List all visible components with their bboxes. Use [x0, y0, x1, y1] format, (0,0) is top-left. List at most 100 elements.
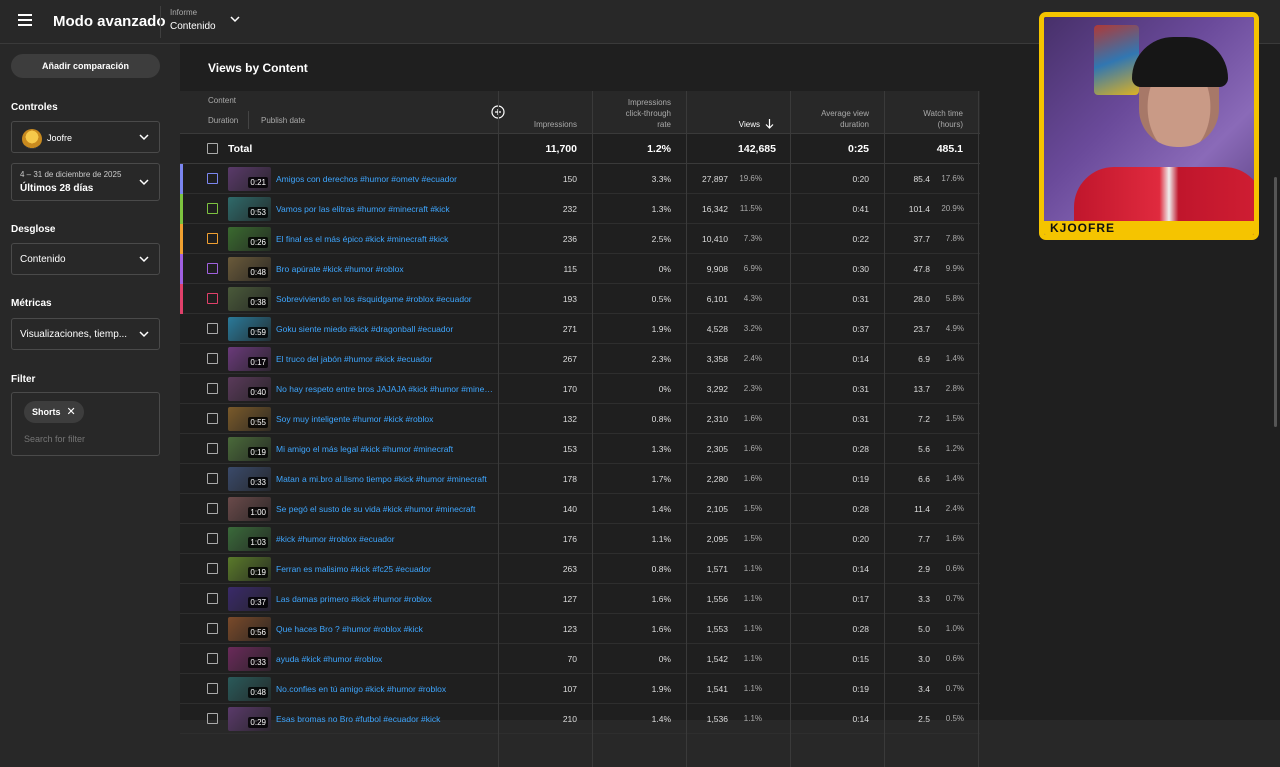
table-row[interactable]: 0:37 Las damas primero #kick #humor #rob… — [180, 584, 980, 614]
video-thumbnail[interactable]: 0:19 — [228, 437, 271, 461]
close-icon[interactable]: ✕ — [67, 401, 76, 423]
table-row[interactable]: 0:33 ayuda #kick #humor #roblox 70 0% 1,… — [180, 644, 980, 674]
video-title-link[interactable]: Vamos por las elitras #humor #minecraft … — [276, 204, 494, 214]
video-title-link[interactable]: ayuda #kick #humor #roblox — [276, 654, 494, 664]
video-thumbnail[interactable]: 0:26 — [228, 227, 271, 251]
video-thumbnail[interactable]: 0:21 — [228, 167, 271, 191]
video-thumbnail[interactable]: 0:56 — [228, 617, 271, 641]
table-row[interactable]: 0:29 Esas bromas no Bro #futbol #ecuador… — [180, 704, 980, 734]
table-row[interactable]: 0:26 El final es el más épico #kick #min… — [180, 224, 980, 254]
table-row[interactable]: 1:03 #kick #humor #roblox #ecuador 176 1… — [180, 524, 980, 554]
menu-icon[interactable] — [18, 14, 32, 26]
row-checkbox[interactable] — [207, 233, 218, 244]
header-views[interactable]: Views — [688, 119, 760, 130]
video-title-link[interactable]: No.confies en tú amigo #kick #humor #rob… — [276, 684, 494, 694]
header-duration[interactable]: Duration — [208, 115, 238, 126]
video-title-link[interactable]: Ferran es malisimo #kick #fc25 #ecuador — [276, 564, 494, 574]
table-row[interactable]: 0:19 Ferran es malisimo #kick #fc25 #ecu… — [180, 554, 980, 584]
chevron-down-icon[interactable] — [230, 14, 240, 24]
video-title-link[interactable]: No hay respeto entre bros JAJAJA #kick #… — [276, 384, 494, 394]
row-checkbox[interactable] — [207, 353, 218, 364]
table-row[interactable]: 0:48 No.confies en tú amigo #kick #humor… — [180, 674, 980, 704]
video-thumbnail[interactable]: 1:03 — [228, 527, 271, 551]
row-checkbox[interactable] — [207, 713, 218, 724]
date-range-selector[interactable]: 4 – 31 de diciembre de 2025 Últimos 28 d… — [11, 163, 160, 201]
row-checkbox[interactable] — [207, 173, 218, 184]
row-checkbox[interactable] — [207, 203, 218, 214]
video-thumbnail[interactable]: 0:38 — [228, 287, 271, 311]
row-checkbox[interactable] — [207, 413, 218, 424]
table-row[interactable]: 0:33 Matan a mi.bro al.lismo tiempo #kic… — [180, 464, 980, 494]
table-row[interactable]: 0:38 Sobreviviendo en los #squidgame #ro… — [180, 284, 980, 314]
video-title-link[interactable]: Soy muy inteligente #humor #kick #roblox — [276, 414, 494, 424]
header-avg-view-duration[interactable]: Average view duration — [792, 108, 869, 130]
video-title-link[interactable]: Goku siente miedo #kick #dragonball #ecu… — [276, 324, 494, 334]
table-row[interactable]: 0:40 No hay respeto entre bros JAJAJA #k… — [180, 374, 980, 404]
video-thumbnail[interactable]: 0:37 — [228, 587, 271, 611]
row-checkbox[interactable] — [207, 383, 218, 394]
table-row[interactable]: 1:00 Se pegó el susto de su vida #kick #… — [180, 494, 980, 524]
video-title-link[interactable]: Matan a mi.bro al.lismo tiempo #kick #hu… — [276, 474, 494, 484]
row-checkbox[interactable] — [207, 503, 218, 514]
video-thumbnail[interactable]: 0:53 — [228, 197, 271, 221]
cell-watch-time-percent: 17.6% — [941, 174, 964, 183]
video-thumbnail[interactable]: 0:33 — [228, 647, 271, 671]
header-watch-time[interactable]: Watch time (hours) — [886, 108, 963, 130]
table-body: 0:21 Amigos con derechos #humor #ometv #… — [180, 164, 980, 734]
row-checkbox[interactable] — [207, 263, 218, 274]
row-checkbox[interactable] — [207, 623, 218, 634]
metrics-selector[interactable]: Visualizaciones, tiemp... — [11, 318, 160, 350]
header-ctr[interactable]: Impressions click-through rate — [594, 97, 671, 130]
video-title-link[interactable]: Amigos con derechos #humor #ometv #ecuad… — [276, 174, 494, 184]
row-checkbox[interactable] — [207, 473, 218, 484]
table-row[interactable]: 0:55 Soy muy inteligente #humor #kick #r… — [180, 404, 980, 434]
video-title-link[interactable]: El final es el más épico #kick #minecraf… — [276, 234, 494, 244]
video-thumbnail[interactable]: 0:48 — [228, 677, 271, 701]
video-title-link[interactable]: Bro apúrate #kick #humor #roblox — [276, 264, 494, 274]
video-title-link[interactable]: Esas bromas no Bro #futbol #ecuador #kic… — [276, 714, 494, 724]
header-publish-date[interactable]: Publish date — [261, 115, 305, 126]
video-title-link[interactable]: Mi amigo el más legal #kick #humor #mine… — [276, 444, 494, 454]
row-checkbox[interactable] — [207, 563, 218, 574]
video-title-link[interactable]: Que haces Bro ? #humor #roblox #kick — [276, 624, 494, 634]
table-row[interactable]: 0:56 Que haces Bro ? #humor #roblox #kic… — [180, 614, 980, 644]
video-title-link[interactable]: Las damas primero #kick #humor #roblox — [276, 594, 494, 604]
row-checkbox[interactable] — [207, 323, 218, 334]
scrollbar[interactable] — [1274, 177, 1277, 427]
video-thumbnail[interactable]: 0:55 — [228, 407, 271, 431]
table-row[interactable]: 0:53 Vamos por las elitras #humor #minec… — [180, 194, 980, 224]
filter-chip-shorts[interactable]: Shorts ✕ — [24, 401, 84, 423]
add-comparison-button[interactable]: Añadir comparación — [11, 54, 160, 78]
video-title-link[interactable]: El truco del jabón #humor #kick #ecuador — [276, 354, 494, 364]
row-checkbox[interactable] — [207, 593, 218, 604]
table-row[interactable]: 0:59 Goku siente miedo #kick #dragonball… — [180, 314, 980, 344]
table-row[interactable]: 0:48 Bro apúrate #kick #humor #roblox 11… — [180, 254, 980, 284]
table-row[interactable]: 0:19 Mi amigo el más legal #kick #humor … — [180, 434, 980, 464]
video-title-link[interactable]: #kick #humor #roblox #ecuador — [276, 534, 494, 544]
video-thumbnail[interactable]: 0:17 — [228, 347, 271, 371]
video-thumbnail[interactable]: 0:48 — [228, 257, 271, 281]
breakdown-selector[interactable]: Contenido — [11, 243, 160, 275]
row-checkbox[interactable] — [207, 533, 218, 544]
report-selector[interactable]: Contenido — [170, 21, 216, 32]
video-thumbnail[interactable]: 0:59 — [228, 317, 271, 341]
total-checkbox[interactable] — [207, 143, 218, 154]
row-checkbox[interactable] — [207, 683, 218, 694]
video-thumbnail[interactable]: 1:00 — [228, 497, 271, 521]
sort-arrow-down-icon[interactable] — [765, 118, 774, 129]
video-thumbnail[interactable]: 0:33 — [228, 467, 271, 491]
header-impressions[interactable]: Impressions — [500, 119, 577, 130]
video-title-link[interactable]: Se pegó el susto de su vida #kick #humor… — [276, 504, 494, 514]
row-checkbox[interactable] — [207, 653, 218, 664]
video-thumbnail[interactable]: 0:40 — [228, 377, 271, 401]
video-title-link[interactable]: Sobreviviendo en los #squidgame #roblox … — [276, 294, 494, 304]
cell-ctr: 2.3% — [651, 354, 671, 364]
table-row[interactable]: 0:17 El truco del jabón #humor #kick #ec… — [180, 344, 980, 374]
table-row[interactable]: 0:21 Amigos con derechos #humor #ometv #… — [180, 164, 980, 194]
video-thumbnail[interactable]: 0:29 — [228, 707, 271, 731]
filter-search-input[interactable] — [24, 432, 149, 446]
video-thumbnail[interactable]: 0:19 — [228, 557, 271, 581]
row-checkbox[interactable] — [207, 293, 218, 304]
row-checkbox[interactable] — [207, 443, 218, 454]
channel-selector[interactable]: Joofre — [11, 121, 160, 153]
